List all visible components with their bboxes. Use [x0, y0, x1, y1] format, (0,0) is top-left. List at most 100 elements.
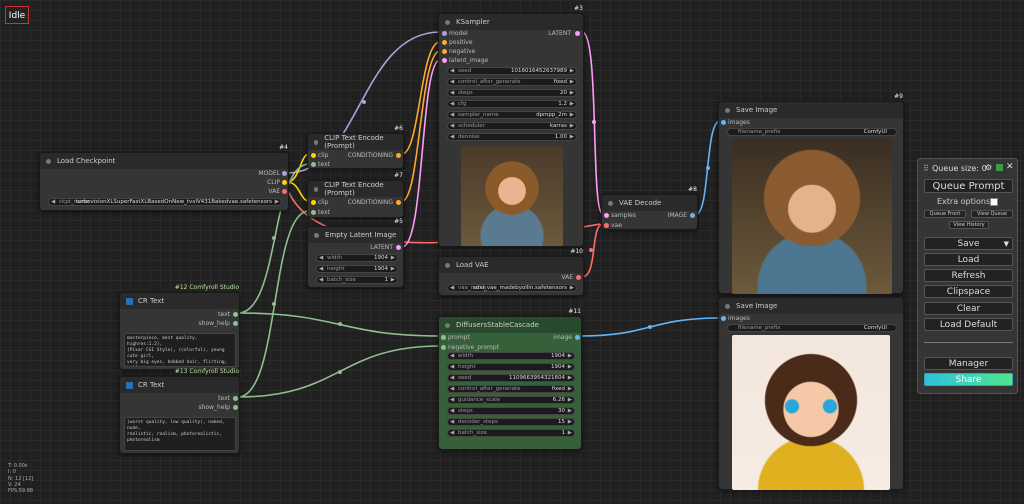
output-slot-show-help[interactable]	[233, 321, 238, 326]
widget-filename-prefix[interactable]: filename_prefix ComfyUI	[727, 128, 897, 136]
node-header[interactable]: KSampler	[439, 14, 583, 30]
collapse-dot-icon[interactable]	[725, 303, 730, 309]
widget-decoder-steps[interactable]: ◀ decoder_steps 15 ▶	[447, 418, 575, 426]
save-button[interactable]: Save ▼	[924, 237, 1013, 250]
input-slot-negative-prompt[interactable]	[441, 345, 446, 350]
load-button[interactable]: Load	[924, 253, 1013, 266]
widget-height[interactable]: ◀ height 1904 ▶	[316, 265, 398, 273]
output-slot-latent[interactable]	[396, 245, 401, 250]
widget-steps[interactable]: ◀ steps 20 ▶	[447, 89, 577, 97]
queue-prompt-button[interactable]: Queue Prompt	[924, 179, 1013, 193]
negative-prompt-textarea[interactable]: (worst quality, low quality), naked, nud…	[124, 417, 236, 451]
collapse-dot-icon[interactable]	[445, 262, 450, 268]
extra-options-checkbox[interactable]	[990, 198, 998, 206]
input-slot-model[interactable]	[442, 31, 447, 36]
chevron-down-icon[interactable]: ▼	[1004, 238, 1009, 250]
input-slot-images[interactable]	[721, 316, 726, 321]
collapse-dot-icon[interactable]	[445, 322, 450, 328]
manager-button[interactable]: Manager	[924, 357, 1013, 370]
collapse-dot-icon[interactable]	[445, 19, 450, 25]
load-checkpoint-node[interactable]: #4 Load Checkpoint MODEL CLIP VAE ◀ ckpt_…	[39, 144, 289, 211]
widget-height[interactable]: ◀ height 1904 ▶	[447, 363, 575, 371]
clipspace-button[interactable]: Clipspace	[924, 285, 1013, 298]
drag-handle-icon[interactable]: ⠿	[923, 164, 929, 173]
load-vae-node[interactable]: #10 Load VAE VAE ◀ vae_name sdxl_vae_madeb…	[438, 248, 584, 296]
ksampler-node[interactable]: #3 KSampler model positive negative late…	[438, 5, 584, 247]
save-image-node-2[interactable]: Save Image images filename_prefix ComfyUI	[718, 297, 904, 490]
input-slot-negative[interactable]	[442, 49, 447, 54]
gear-icon[interactable]: ⚙	[985, 163, 992, 172]
node-header[interactable]: CLIP Text Encode (Prompt)	[308, 181, 403, 197]
collapse-dot-icon[interactable]	[46, 158, 51, 164]
node-header[interactable]: Save Image	[719, 102, 903, 118]
node-header[interactable]: Save Image	[719, 298, 903, 314]
collapse-dot-icon[interactable]	[314, 186, 319, 192]
widget-batch-size[interactable]: ◀ batch_size 1 ▶	[316, 276, 398, 284]
input-slot-clip[interactable]	[311, 200, 316, 205]
widget-sampler[interactable]: ◀ sampler_name dpmpp_2m ▶	[447, 111, 577, 119]
output-slot-conditioning[interactable]	[396, 200, 401, 205]
output-slot-conditioning[interactable]	[396, 153, 401, 158]
widget-ckpt-name[interactable]: ◀ ckpt_name turbovisionXLSuperFastXLBasedO…	[48, 198, 282, 206]
output-slot-image[interactable]	[575, 335, 580, 340]
node-header[interactable]: Load VAE	[439, 257, 583, 273]
widget-width[interactable]: ◀ width 1904 ▶	[316, 254, 398, 262]
widget-cfg[interactable]: ◀ cfg 1.2 ▶	[447, 100, 577, 108]
output-slot-image[interactable]	[690, 213, 695, 218]
widget-width[interactable]: ◀ width 1904 ▶	[447, 352, 575, 360]
cr-text-node-1[interactable]: #12 Comfyroll Studio CR Text text show_h…	[119, 284, 240, 370]
view-queue-button[interactable]: View Queue	[971, 210, 1013, 218]
save-image-node-1[interactable]: #9 Save Image images filename_prefix Comf…	[718, 93, 904, 294]
clip-text-encode-negative-node[interactable]: #7 CLIP Text Encode (Prompt) clip text C…	[307, 172, 404, 218]
diffusers-stable-cascade-node[interactable]: #11 DiffusersStableCascade prompt negati…	[438, 308, 582, 450]
output-slot-show-help[interactable]	[233, 405, 238, 410]
view-history-button[interactable]: View History	[949, 221, 989, 229]
output-slot-vae[interactable]	[282, 189, 287, 194]
node-header[interactable]: CLIP Text Encode (Prompt)	[308, 134, 403, 150]
input-slot-clip[interactable]	[311, 153, 316, 158]
collapse-dot-icon[interactable]	[314, 232, 319, 238]
input-slot-text[interactable]	[311, 210, 316, 215]
clear-button[interactable]: Clear	[924, 302, 1013, 315]
collapse-dot-icon[interactable]	[608, 200, 613, 206]
widget-denoise[interactable]: ◀ denoise 1.00 ▶	[447, 133, 577, 141]
widget-vae-name[interactable]: ◀ vae_name sdxl_vae_madebyollin.safetensor…	[447, 284, 577, 292]
input-slot-images[interactable]	[721, 120, 726, 125]
widget-scheduler[interactable]: ◀ scheduler karras ▶	[447, 122, 577, 130]
share-button[interactable]: Share	[924, 373, 1013, 386]
output-slot-vae[interactable]	[576, 275, 581, 280]
cr-text-node-2[interactable]: #13 Comfyroll Studio CR Text text show_h…	[119, 368, 240, 454]
output-slot-model[interactable]	[282, 171, 287, 176]
widget-seed[interactable]: ◀ seed 1016016452637989 ▶	[447, 67, 577, 75]
image-icon[interactable]	[996, 164, 1003, 171]
load-default-button[interactable]: Load Default	[924, 318, 1013, 331]
clip-text-encode-positive-node[interactable]: #6 CLIP Text Encode (Prompt) clip text C…	[307, 125, 404, 169]
node-header[interactable]: VAE Decode	[602, 195, 697, 211]
collapse-dot-icon[interactable]	[725, 107, 730, 113]
output-slot-clip[interactable]	[282, 180, 287, 185]
queue-front-button[interactable]: Queue Front	[924, 210, 966, 218]
input-slot-vae[interactable]	[604, 223, 609, 228]
node-header[interactable]: Load Checkpoint	[40, 153, 288, 169]
input-slot-prompt[interactable]	[441, 335, 446, 340]
widget-filename-prefix[interactable]: filename_prefix ComfyUI	[727, 324, 897, 332]
refresh-button[interactable]: Refresh	[924, 269, 1013, 282]
input-slot-text[interactable]	[311, 162, 316, 167]
input-slot-samples[interactable]	[604, 213, 609, 218]
output-slot-text[interactable]	[233, 396, 238, 401]
node-header[interactable]: CR Text	[120, 293, 239, 309]
input-slot-positive[interactable]	[442, 40, 447, 45]
widget-control[interactable]: ◀ control_after_generate fixed ▶	[447, 78, 577, 86]
widget-control[interactable]: ◀ control_after_generate fixed ▶	[447, 385, 575, 393]
node-header[interactable]: Empty Latent Image	[308, 227, 403, 243]
output-slot-latent[interactable]	[575, 31, 580, 36]
widget-seed[interactable]: ◀ seed 1109663954321604 ▶	[447, 374, 575, 382]
prompt-textarea[interactable]: masterpiece, best quality, highres:1.2),…	[124, 333, 236, 367]
input-slot-latent[interactable]	[442, 58, 447, 63]
collapse-dot-icon[interactable]	[314, 139, 319, 145]
widget-guidance-scale[interactable]: ◀ guidance_scale 6.26 ▶	[447, 396, 575, 404]
widget-steps[interactable]: ◀ steps 30 ▶	[447, 407, 575, 415]
empty-latent-image-node[interactable]: #5 Empty Latent Image LATENT ◀ width 1904 ▶…	[307, 218, 404, 288]
node-header[interactable]: DiffusersStableCascade	[439, 317, 581, 333]
widget-batch-size[interactable]: ◀ batch_size 1 ▶	[447, 429, 575, 437]
